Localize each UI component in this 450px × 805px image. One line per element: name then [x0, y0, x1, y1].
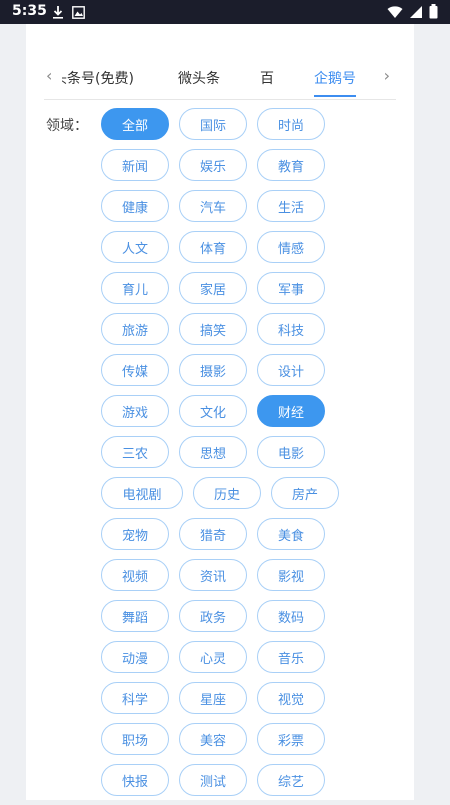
domain-chip[interactable]: 彩票 [257, 723, 325, 755]
domain-chip[interactable]: 影视 [257, 559, 325, 591]
domain-chip[interactable]: 美食 [257, 518, 325, 550]
tab-toutiao[interactable]: 头条号(免费) [62, 68, 134, 88]
domain-chip[interactable]: 情感 [257, 231, 325, 263]
domain-chip[interactable]: 宠物 [101, 518, 169, 550]
signal-icon [409, 4, 423, 23]
domain-chip[interactable]: 职场 [101, 723, 169, 755]
domain-chip[interactable]: 育儿 [101, 272, 169, 304]
domain-chip[interactable]: 体育 [179, 231, 247, 263]
domain-chip[interactable]: 全部 [101, 108, 169, 140]
chip-row: 科学 星座 视觉 [101, 682, 401, 714]
domain-chip[interactable]: 思想 [179, 436, 247, 468]
domain-chip[interactable]: 视觉 [257, 682, 325, 714]
status-time: 5:35 [12, 3, 47, 19]
chip-row: 游戏 文化 财经 [101, 395, 401, 427]
chevron-right-icon[interactable]: › [384, 66, 390, 85]
chip-row: 宠物 猎奇 美食 [101, 518, 401, 550]
domain-chip[interactable]: 星座 [179, 682, 247, 714]
domain-chip[interactable]: 美容 [179, 723, 247, 755]
tab-scroll[interactable]: 头条号(免费) 微头条 百 企鹅号 [62, 44, 382, 100]
domain-chip[interactable]: 传媒 [101, 354, 169, 386]
chip-row: 健康 汽车 生活 [101, 190, 401, 222]
domain-chip[interactable]: 生活 [257, 190, 325, 222]
domain-chip[interactable]: 综艺 [257, 764, 325, 796]
domain-label: 领域： [46, 118, 88, 134]
chip-row: 快报 测试 综艺 [101, 764, 401, 796]
domain-chip[interactable]: 数码 [257, 600, 325, 632]
domain-chip[interactable]: 三农 [101, 436, 169, 468]
chip-row: 职场 美容 彩票 [101, 723, 401, 755]
tab-bar: ‹ 头条号(免费) 微头条 百 企鹅号 › [26, 44, 414, 100]
chip-row: 人文 体育 情感 [101, 231, 401, 263]
tab-weitoutiao[interactable]: 微头条 [178, 68, 220, 88]
domain-chip[interactable]: 时尚 [257, 108, 325, 140]
domain-chip[interactable]: 新闻 [101, 149, 169, 181]
battery-icon [429, 4, 438, 23]
domain-chip[interactable]: 动漫 [101, 641, 169, 673]
domain-chip[interactable]: 娱乐 [179, 149, 247, 181]
tab-divider [44, 99, 396, 100]
domain-chip[interactable]: 科技 [257, 313, 325, 345]
domain-chip[interactable]: 快报 [101, 764, 169, 796]
domain-chip[interactable]: 历史 [193, 477, 261, 509]
chip-row: 电视剧 历史 房产 [101, 477, 401, 509]
domain-chip[interactable]: 音乐 [257, 641, 325, 673]
domain-chip[interactable]: 汽车 [179, 190, 247, 222]
domain-chip[interactable]: 旅游 [101, 313, 169, 345]
domain-chip[interactable]: 人文 [101, 231, 169, 263]
domain-chip[interactable]: 游戏 [101, 395, 169, 427]
chip-row: 三农 思想 电影 [101, 436, 401, 468]
domain-chip[interactable]: 文化 [179, 395, 247, 427]
domain-chip[interactable]: 设计 [257, 354, 325, 386]
domain-chip[interactable]: 资讯 [179, 559, 247, 591]
content-card: ‹ 头条号(免费) 微头条 百 企鹅号 › 领域： 全部国际时尚新闻娱乐教育健康… [26, 24, 414, 800]
domain-chip[interactable]: 国际 [179, 108, 247, 140]
domain-chip[interactable]: 猎奇 [179, 518, 247, 550]
chip-row: 全部 国际 时尚 [101, 108, 401, 140]
domain-chip[interactable]: 家居 [179, 272, 247, 304]
domain-chip[interactable]: 心灵 [179, 641, 247, 673]
domain-chip[interactable]: 测试 [179, 764, 247, 796]
domain-chip[interactable]: 摄影 [179, 354, 247, 386]
domain-chip[interactable]: 财经 [257, 395, 325, 427]
chevron-left-icon[interactable]: ‹ [46, 66, 52, 85]
domain-chip[interactable]: 科学 [101, 682, 169, 714]
domain-chip-grid: 全部 国际 时尚 新闻 娱乐 教育 健康 汽车 生活 人文 体育 情感 育儿 家居 军事 旅游 搞笑 科技 传媒 摄影… [101, 108, 401, 805]
chip-row: 传媒 摄影 设计 [101, 354, 401, 386]
tab-active-indicator [314, 95, 356, 97]
domain-chip[interactable]: 房产 [271, 477, 339, 509]
chip-row: 新闻 娱乐 教育 [101, 149, 401, 181]
chip-row: 旅游 搞笑 科技 [101, 313, 401, 345]
wifi-icon [387, 4, 403, 23]
tab-bai[interactable]: 百 [260, 68, 274, 88]
domain-chip[interactable]: 电影 [257, 436, 325, 468]
domain-chip[interactable]: 教育 [257, 149, 325, 181]
image-icon [72, 4, 85, 23]
domain-chip[interactable]: 健康 [101, 190, 169, 222]
chip-row: 育儿 家居 军事 [101, 272, 401, 304]
domain-chip[interactable]: 搞笑 [179, 313, 247, 345]
chip-row: 视频 资讯 影视 [101, 559, 401, 591]
download-icon [52, 4, 64, 23]
domain-chip[interactable]: 舞蹈 [101, 600, 169, 632]
tab-qiehao[interactable]: 企鹅号 [314, 68, 356, 88]
domain-chip[interactable]: 政务 [179, 600, 247, 632]
chip-row: 动漫 心灵 音乐 [101, 641, 401, 673]
domain-chip[interactable]: 电视剧 [101, 477, 183, 509]
status-bar: 5:35 [0, 0, 450, 24]
domain-chip[interactable]: 视频 [101, 559, 169, 591]
chip-row: 舞蹈 政务 数码 [101, 600, 401, 632]
domain-chip[interactable]: 军事 [257, 272, 325, 304]
